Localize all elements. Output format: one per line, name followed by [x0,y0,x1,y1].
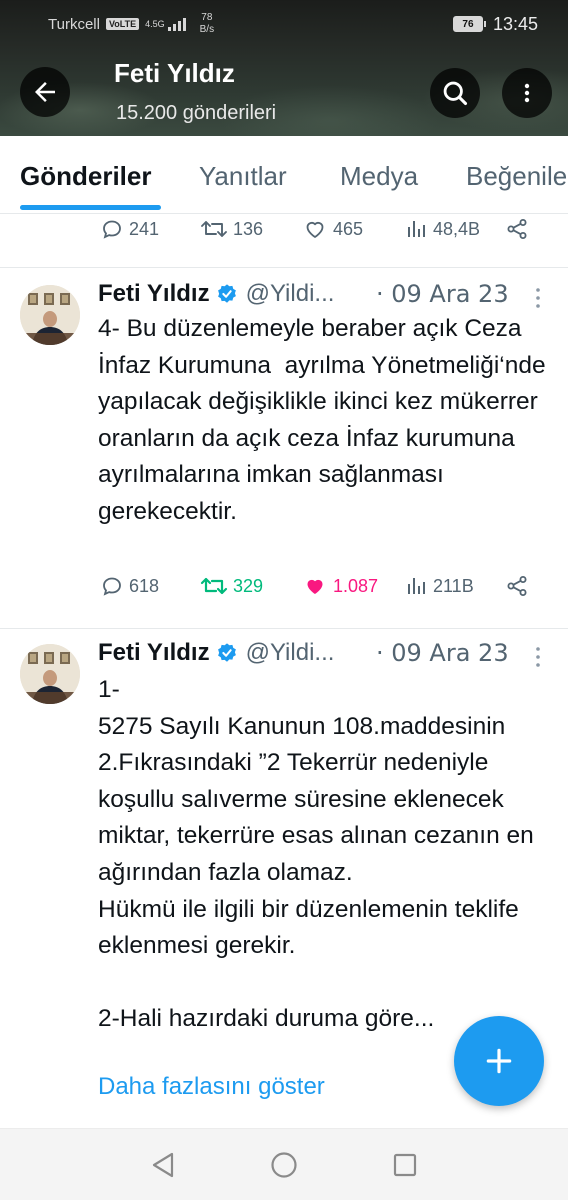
tweet-text: 4- Bu düzenlemeyle beraber açık Ceza İnf… [98,315,553,525]
author-name[interactable]: Feti Yıldız [98,280,210,308]
retweet-count: 136 [233,218,264,239]
retweet-icon [201,221,227,237]
search-button[interactable] [430,68,480,118]
verified-icon [217,284,236,303]
author-name[interactable]: Feti Yıldız [98,639,210,667]
profile-header: Turkcell VoLTE 4.5G 78 B/s 76 13:45 Feti… [0,0,568,136]
like-button[interactable]: 465 [302,217,363,241]
author-handle[interactable]: @Yildi... [246,639,335,667]
author-handle[interactable]: @Yildi... [246,280,335,308]
signal-icon [167,17,186,31]
compose-button[interactable] [454,1016,544,1106]
tweet-date[interactable]: · 09 Ara 23 [376,639,509,667]
more-vertical-icon[interactable] [532,645,544,669]
tweet-header: Feti Yıldız @Yildi... [98,280,334,308]
views-icon [408,578,425,594]
system-nav-bar [0,1128,568,1200]
posts-count: 15.200 gönderileri [116,102,277,124]
tab-likes[interactable]: Beğeniler [466,161,568,192]
back-triangle-icon[interactable] [150,1151,176,1179]
tab-replies[interactable]: Yanıtlar [199,161,287,192]
tweet-item[interactable]: Feti Yıldız @Yildi... · 09 Ara 23 4- Bu … [0,268,568,628]
views-count: 48,4B [433,218,481,239]
like-count: 465 [333,218,364,239]
speed-value: 78 [201,12,213,23]
views-icon [408,221,425,237]
retweet-button[interactable]: 329 [200,574,263,598]
like-count: 1.087 [333,575,379,596]
tweet-text: 1- 5275 Sayılı Kanunun 108.maddesinin 2.… [98,676,534,1033]
search-icon [443,81,468,106]
prev-tweet-actions: 241 136 465 48,4B [0,217,568,257]
home-circle-icon[interactable] [270,1151,298,1179]
share-button[interactable] [505,217,534,241]
share-button[interactable] [505,574,534,598]
status-bar: Turkcell VoLTE 4.5G 78 B/s 76 13:45 [0,0,568,48]
tweet-date[interactable]: · 09 Ara 23 [376,280,509,308]
reply-icon [103,577,121,596]
reply-icon [103,220,121,239]
battery-level: 76 [462,18,474,30]
more-vertical-icon[interactable] [532,286,544,310]
tab-posts[interactable]: Gönderiler [20,161,151,192]
share-icon [507,576,527,596]
active-tab-indicator [20,205,161,210]
network-type: 4.5G [145,19,165,29]
avatar[interactable] [20,285,80,345]
views-button[interactable]: 211B [404,574,474,598]
more-vertical-icon [524,83,530,103]
avatar-image [20,285,80,345]
tweet-actions: 618 329 1.087 211B [0,574,568,614]
retweet-icon [200,577,228,595]
heart-icon [306,221,324,238]
battery-icon: 76 [452,16,486,32]
reply-count: 618 [129,575,160,596]
back-button[interactable] [20,67,70,117]
profile-tabs: Gönderiler Yanıtlar Medya Beğeniler [0,136,568,214]
share-icon [507,219,527,239]
tab-media[interactable]: Medya [340,161,418,192]
reply-count: 241 [129,218,160,239]
clock: 13:45 [492,13,538,34]
views-count: 211B [433,575,474,596]
arrow-left-icon [35,82,55,102]
speed-unit: B/s [199,24,215,35]
plus-icon [486,1048,512,1074]
avatar[interactable] [20,644,80,704]
show-more-link[interactable]: Daha fazlasını göster [98,1073,325,1101]
tweet-header: Feti Yıldız @Yildi... [98,639,334,667]
carrier-label: Turkcell [48,15,100,33]
verified-icon [217,643,236,662]
retweet-button[interactable]: 136 [200,217,263,241]
retweet-count: 329 [233,575,264,596]
volte-badge: VoLTE [105,18,140,30]
profile-name: Feti Yıldız [114,58,235,88]
network-speed: 78 B/s [200,12,214,36]
heart-filled-icon [307,579,323,594]
recents-square-icon[interactable] [392,1151,418,1179]
avatar-image [20,644,80,704]
reply-button[interactable]: 618 [100,574,159,598]
like-button[interactable]: 1.087 [302,574,378,598]
more-options-button[interactable] [502,68,552,118]
reply-button[interactable]: 241 [100,217,159,241]
views-button[interactable]: 48,4B [404,217,480,241]
